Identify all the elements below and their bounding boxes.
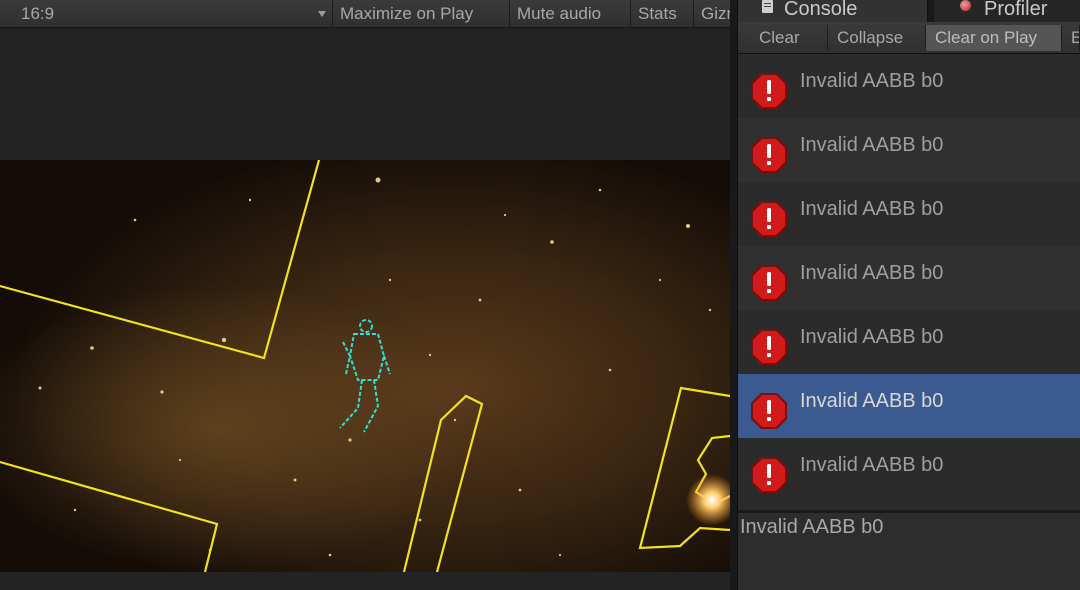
log-entry[interactable]: Invalid AABB b0: [738, 54, 1080, 118]
error-pause-toggle[interactable]: Error Pause: [1062, 25, 1080, 51]
error-icon: [750, 328, 788, 366]
tab-console-label: Console: [784, 0, 858, 20]
log-entry-text: Invalid AABB b0: [800, 326, 944, 348]
log-entry-text: Invalid AABB b0: [800, 262, 944, 284]
collapse-toggle[interactable]: Collapse: [828, 25, 926, 51]
clear-on-play-toggle[interactable]: Clear on Play: [926, 25, 1062, 51]
log-entry-text: Invalid AABB b0: [800, 390, 944, 412]
gizmos-dropdown[interactable]: Gizmos: [693, 0, 730, 28]
log-list: Invalid AABB b0 Invalid AABB b0 Invalid AA…: [738, 54, 1080, 510]
panel-splitter[interactable]: [730, 0, 738, 590]
error-icon: [750, 136, 788, 174]
nebula-cloud: [0, 160, 730, 572]
log-entry[interactable]: Invalid AABB b0: [738, 246, 1080, 310]
error-icon: [750, 200, 788, 238]
error-icon: [750, 392, 788, 430]
log-entry-text: Invalid AABB b0: [800, 198, 944, 220]
tab-console[interactable]: Console: [738, 0, 928, 22]
console-panel: Console Profiler Clear Collapse Clear on…: [738, 0, 1080, 590]
maximize-on-play-toggle[interactable]: Maximize on Play: [332, 0, 509, 28]
log-entry-text: Invalid AABB b0: [800, 134, 944, 156]
log-entry[interactable]: Invalid AABB b0: [738, 118, 1080, 182]
error-icon: [750, 456, 788, 494]
game-view: 16:9 Maximize on Play Mute audio Stats G…: [0, 0, 730, 590]
mute-audio-toggle[interactable]: Mute audio: [509, 0, 630, 28]
game-letterbox-bottom: [0, 572, 730, 590]
aspect-ratio-dropdown[interactable]: 16:9: [0, 0, 332, 28]
log-entry[interactable]: Invalid AABB b0: [738, 310, 1080, 374]
profiler-icon: [960, 0, 971, 11]
log-entry[interactable]: Invalid AABB b0: [738, 374, 1080, 438]
log-detail-pane: Invalid AABB b0: [738, 513, 1080, 590]
game-letterbox-top: [0, 28, 730, 160]
log-detail-text: Invalid AABB b0: [740, 516, 884, 538]
aspect-ratio-label: 16:9: [21, 4, 55, 23]
log-entry-text: Invalid AABB b0: [800, 70, 944, 92]
error-icon: [750, 72, 788, 110]
log-entry[interactable]: Invalid AABB b0: [738, 182, 1080, 246]
tab-profiler-label: Profiler: [984, 0, 1048, 20]
console-toolbar: Clear Collapse Clear on Play Error Pause: [738, 22, 1080, 54]
log-entry-text: Invalid AABB b0: [800, 454, 944, 476]
clear-button[interactable]: Clear: [750, 25, 828, 51]
game-view-toolbar: 16:9 Maximize on Play Mute audio Stats G…: [0, 0, 730, 28]
log-entry[interactable]: Invalid AABB b0: [738, 438, 1080, 502]
tab-strip: Console Profiler: [738, 0, 1080, 22]
stats-toggle[interactable]: Stats: [630, 0, 693, 28]
console-icon: [762, 0, 773, 13]
tab-profiler[interactable]: Profiler: [934, 0, 1080, 22]
chevron-down-icon: [318, 11, 326, 17]
game-render-canvas[interactable]: [0, 160, 730, 572]
error-icon: [750, 264, 788, 302]
